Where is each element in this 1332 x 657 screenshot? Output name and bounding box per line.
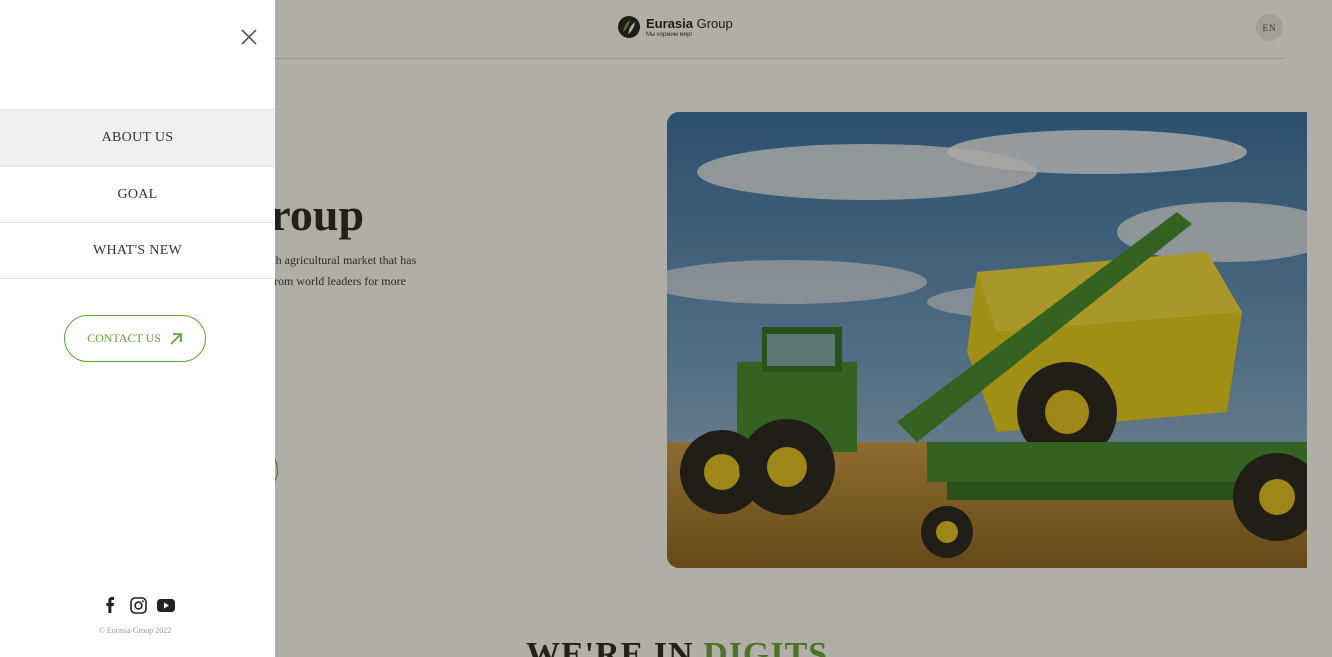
youtube-icon — [157, 598, 175, 612]
arrow-up-right-icon — [170, 332, 182, 345]
instagram-link[interactable] — [129, 596, 147, 614]
youtube-link[interactable] — [157, 596, 175, 614]
facebook-link[interactable] — [101, 596, 119, 614]
copyright-text: © Eurasia Group 2022 — [98, 626, 172, 635]
menu-item-goal[interactable]: GOAL — [0, 167, 275, 223]
side-menu-drawer: ABOUT US GOAL WHAT'S NEW CONTACT US © Eu… — [0, 0, 275, 657]
menu-item-whats-new[interactable]: WHAT'S NEW — [0, 223, 275, 279]
facebook-icon — [106, 597, 114, 613]
instagram-icon — [129, 596, 147, 614]
drawer-menu: ABOUT US GOAL WHAT'S NEW — [0, 109, 275, 279]
contact-us-button[interactable]: CONTACT US — [64, 315, 206, 362]
social-links — [101, 596, 175, 614]
menu-item-about-us[interactable]: ABOUT US — [0, 110, 275, 167]
contact-us-label: CONTACT US — [87, 331, 161, 345]
close-menu-button[interactable] — [238, 26, 260, 48]
close-icon — [241, 29, 257, 45]
